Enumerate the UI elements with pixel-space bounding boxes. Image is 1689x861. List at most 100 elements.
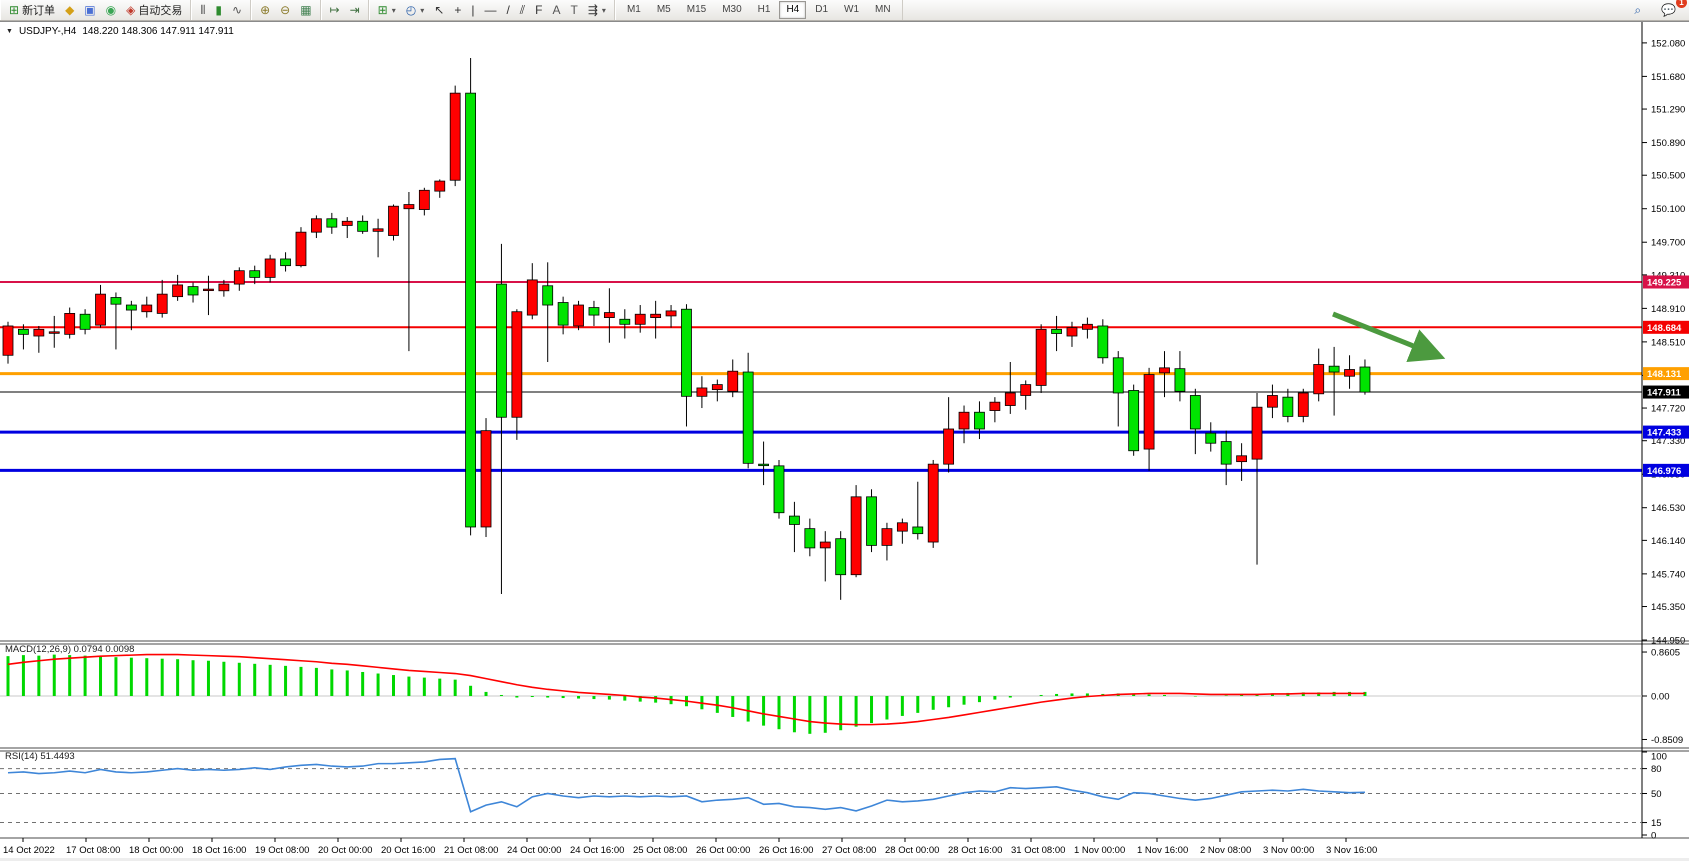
candle-body[interactable] xyxy=(836,539,846,575)
candle-body[interactable] xyxy=(466,93,476,527)
candle-body[interactable] xyxy=(34,329,44,336)
candle-body[interactable] xyxy=(974,412,984,429)
candle-body[interactable] xyxy=(1345,370,1355,377)
timeframe-button-h1[interactable]: H1 xyxy=(751,1,778,19)
candle-body[interactable] xyxy=(1267,395,1277,407)
arrows-button[interactable]: ⇶▾ xyxy=(584,1,610,19)
candle-body[interactable] xyxy=(296,232,306,266)
candle-body[interactable] xyxy=(543,286,553,305)
candle-body[interactable] xyxy=(389,206,399,235)
candle-body[interactable] xyxy=(681,309,691,396)
candle-body[interactable] xyxy=(712,385,722,390)
candle-body[interactable] xyxy=(496,284,506,417)
new-order-button[interactable]: ⊞新订单 xyxy=(5,1,59,19)
candle-body[interactable] xyxy=(697,388,707,396)
periods-button[interactable]: ◴▾ xyxy=(402,1,429,19)
timeframe-button-m15[interactable]: M15 xyxy=(680,1,713,19)
candle-body[interactable] xyxy=(142,305,152,312)
timeframe-button-m30[interactable]: M30 xyxy=(715,1,748,19)
candlestick-chart-button[interactable]: ▮ xyxy=(211,1,226,19)
candle-body[interactable] xyxy=(913,527,923,534)
candle-body[interactable] xyxy=(897,523,907,531)
candle-body[interactable] xyxy=(743,372,753,463)
candle-body[interactable] xyxy=(188,287,198,295)
line-chart-button[interactable]: ∿ xyxy=(228,1,246,19)
zoom-out-button[interactable]: ⊖ xyxy=(276,1,294,19)
candle-body[interactable] xyxy=(1021,385,1031,396)
tile-windows-button[interactable]: ▦ xyxy=(296,1,315,19)
candle-body[interactable] xyxy=(1036,329,1046,385)
candle-body[interactable] xyxy=(80,314,90,329)
history-center-button[interactable]: ◆ xyxy=(61,1,78,19)
candle-body[interactable] xyxy=(759,464,769,466)
candle-body[interactable] xyxy=(990,402,1000,410)
candle-body[interactable] xyxy=(3,326,13,355)
candle-body[interactable] xyxy=(1067,328,1077,336)
candle-body[interactable] xyxy=(281,259,291,266)
candle-body[interactable] xyxy=(373,229,383,232)
candle-body[interactable] xyxy=(774,466,784,513)
timeframe-button-h4[interactable]: H4 xyxy=(779,1,806,19)
candle-body[interactable] xyxy=(589,308,599,316)
equidistant-channel-button[interactable]: ⫽ xyxy=(516,1,529,19)
candle-body[interactable] xyxy=(651,314,661,317)
timeframe-button-d1[interactable]: D1 xyxy=(808,1,835,19)
candle-body[interactable] xyxy=(1160,368,1170,373)
candle-body[interactable] xyxy=(1283,397,1293,416)
candle-body[interactable] xyxy=(882,529,892,546)
candle-body[interactable] xyxy=(1175,369,1185,392)
candle-body[interactable] xyxy=(1190,395,1200,429)
candle-body[interactable] xyxy=(49,332,59,334)
candle-body[interactable] xyxy=(265,259,275,277)
horizontal-line-button[interactable]: — xyxy=(480,1,500,19)
candle-body[interactable] xyxy=(203,289,213,291)
candle-body[interactable] xyxy=(1052,329,1062,333)
candle-body[interactable] xyxy=(1314,364,1324,393)
notifications-button[interactable]: 💬1 xyxy=(1657,1,1680,19)
candle-body[interactable] xyxy=(1329,366,1339,372)
auto-scroll-button[interactable]: ↦ xyxy=(326,1,344,19)
vertical-line-button[interactable]: | xyxy=(467,1,478,19)
zoom-in-button[interactable]: ⊕ xyxy=(256,1,274,19)
fibonacci-button[interactable]: F xyxy=(531,1,546,19)
candle-body[interactable] xyxy=(481,431,491,527)
candle-body[interactable] xyxy=(1221,442,1231,465)
candle-body[interactable] xyxy=(126,305,136,310)
candle-body[interactable] xyxy=(96,294,106,325)
candle-body[interactable] xyxy=(219,284,229,291)
candle-body[interactable] xyxy=(404,205,414,209)
candle-body[interactable] xyxy=(944,429,954,464)
candle-body[interactable] xyxy=(620,319,630,324)
auto-trading-button[interactable]: ◈自动交易 xyxy=(122,1,186,19)
candle-body[interactable] xyxy=(1098,326,1108,358)
candle-body[interactable] xyxy=(1252,407,1262,459)
candle-body[interactable] xyxy=(666,311,676,316)
candle-body[interactable] xyxy=(358,221,368,231)
candle-body[interactable] xyxy=(65,313,75,334)
candle-body[interactable] xyxy=(789,516,799,524)
candle-body[interactable] xyxy=(1005,393,1015,406)
chart-shift-button[interactable]: ⇥ xyxy=(346,1,364,19)
collapse-icon[interactable]: ▼ xyxy=(6,28,13,35)
chart-canvas[interactable]: 152.080151.680151.290150.890150.500150.1… xyxy=(0,22,1689,861)
candle-body[interactable] xyxy=(173,285,183,297)
candle-body[interactable] xyxy=(1237,456,1247,462)
candle-body[interactable] xyxy=(851,497,861,575)
candle-body[interactable] xyxy=(250,271,260,278)
candle-body[interactable] xyxy=(435,181,445,191)
candle-body[interactable] xyxy=(527,280,537,315)
candle-body[interactable] xyxy=(820,542,830,548)
search-button[interactable]: ⌕ xyxy=(1630,1,1645,19)
candle-body[interactable] xyxy=(1206,433,1216,443)
indicators-button[interactable]: ⊞▾ xyxy=(374,1,400,19)
text-button[interactable]: A xyxy=(549,1,565,19)
candle-body[interactable] xyxy=(342,221,352,225)
trendline-button[interactable]: / xyxy=(502,1,513,19)
timeframe-button-m1[interactable]: M1 xyxy=(620,1,648,19)
candle-body[interactable] xyxy=(234,271,244,284)
candle-body[interactable] xyxy=(1360,367,1370,392)
candle-body[interactable] xyxy=(18,329,28,334)
candle-body[interactable] xyxy=(959,412,969,429)
candle-body[interactable] xyxy=(635,314,645,324)
candle-body[interactable] xyxy=(327,219,337,227)
